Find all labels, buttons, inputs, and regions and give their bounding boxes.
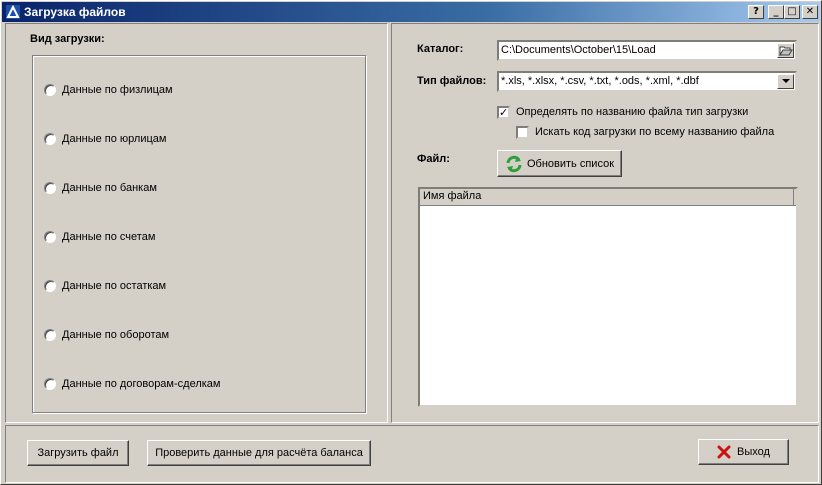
radio-accounts[interactable]: Данные по счетам (44, 229, 155, 245)
radio-contracts[interactable]: Данные по договорам-сделкам (44, 376, 220, 392)
refresh-list-button[interactable]: Обновить список (497, 150, 622, 177)
radio-button[interactable] (44, 329, 56, 341)
catalog-value: C:\Documents\October\15\Load (501, 44, 656, 56)
radio-button[interactable] (44, 84, 56, 96)
folder-open-icon (778, 46, 793, 56)
detect-type-checkbox[interactable]: ✓ (497, 105, 510, 119)
browse-folder-button[interactable] (777, 43, 794, 58)
radio-button[interactable] (44, 280, 56, 292)
file-list[interactable]: Имя файла (418, 187, 798, 407)
exit-label: Выход (737, 446, 770, 458)
file-settings-panel: Каталог: C:\Documents\October\15\Load Ти… (391, 23, 819, 423)
load-type-panel: Вид загрузки: Данные по физлицам Данные … (5, 23, 388, 423)
filetype-value: *.xls, *.xlsx, *.csv, *.txt, *.ods, *.xm… (501, 75, 699, 87)
maximize-button[interactable]: □ (784, 5, 800, 19)
filetype-dropdown-button[interactable] (777, 74, 794, 89)
minimize-button[interactable]: _ (768, 5, 784, 19)
filename-column-header[interactable]: Имя файла (420, 189, 794, 206)
help-button[interactable]: ? (748, 5, 764, 19)
radio-banks[interactable]: Данные по банкам (44, 180, 157, 196)
radio-turnovers[interactable]: Данные по оборотам (44, 327, 169, 343)
close-window-button[interactable]: ✕ (802, 5, 818, 19)
exit-button[interactable]: Выход (698, 439, 789, 465)
search-code-label: Искать код загрузки по всему названию фа… (535, 126, 775, 138)
refresh-icon (506, 155, 522, 172)
radio-legal-entities[interactable]: Данные по юрлицам (44, 131, 166, 147)
window-title: Загрузка файлов (24, 5, 126, 19)
load-type-label: Вид загрузки: (30, 33, 105, 45)
title-bar[interactable]: Загрузка файлов ? _ □ ✕ (2, 2, 820, 22)
catalog-label: Каталог: (417, 43, 464, 55)
radio-button[interactable] (44, 231, 56, 243)
detect-type-label: Определять по названию файла тип загрузк… (516, 106, 749, 118)
catalog-input[interactable]: C:\Documents\October\15\Load (497, 40, 797, 61)
radio-button[interactable] (44, 378, 56, 390)
radio-balances[interactable]: Данные по остаткам (44, 278, 166, 294)
verify-balance-button[interactable]: Проверить данные для расчёта баланса (147, 440, 371, 466)
load-type-group: Данные по физлицам Данные по юрлицам Дан… (32, 55, 366, 413)
dropdown-arrow-icon (781, 79, 790, 83)
close-x-icon (717, 445, 731, 459)
radio-button[interactable] (44, 133, 56, 145)
search-code-checkbox[interactable] (516, 125, 529, 139)
detect-type-checkbox-row[interactable]: ✓ Определять по названию файла тип загру… (497, 104, 748, 120)
actions-panel: Загрузить файл Проверить данные для расч… (5, 425, 819, 483)
file-list-header: Имя файла (420, 189, 796, 206)
load-files-window: Загрузка файлов ? _ □ ✕ Вид загрузки: Да… (0, 0, 822, 485)
radio-individuals[interactable]: Данные по физлицам (44, 82, 173, 98)
search-code-checkbox-row[interactable]: Искать код загрузки по всему названию фа… (516, 124, 774, 140)
app-icon (6, 5, 20, 19)
file-label: Файл: (417, 153, 450, 165)
filetype-select[interactable]: *.xls, *.xlsx, *.csv, *.txt, *.ods, *.xm… (497, 71, 797, 92)
radio-button[interactable] (44, 182, 56, 194)
load-file-button[interactable]: Загрузить файл (27, 440, 129, 466)
filetype-label: Тип файлов: (417, 75, 487, 87)
refresh-list-label: Обновить список (526, 157, 615, 170)
